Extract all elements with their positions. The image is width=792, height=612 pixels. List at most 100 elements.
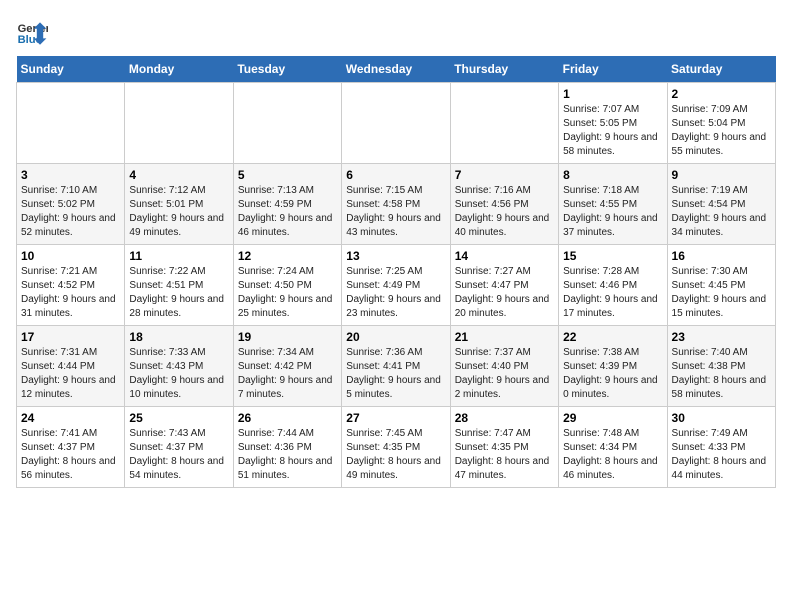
day-info: Sunrise: 7:25 AM Sunset: 4:49 PM Dayligh…: [346, 265, 445, 321]
calendar-table: SundayMondayTuesdayWednesdayThursdayFrid…: [16, 56, 776, 488]
day-info: Sunrise: 7:18 AM Sunset: 4:55 PM Dayligh…: [563, 184, 662, 240]
calendar-cell: 5Sunrise: 7:13 AM Sunset: 4:59 PM Daylig…: [233, 164, 341, 245]
day-number: 19: [238, 330, 337, 344]
week-row-2: 10 Sunrise: 7:21 AM Sunset: 4:52 PM Dayli…: [17, 245, 776, 326]
calendar-cell: 29 Sunrise: 7:48 AM Sunset: 4:34 PM Dayli…: [559, 407, 667, 488]
day-number: 15: [563, 249, 662, 263]
day-number: 7: [455, 168, 554, 182]
calendar-cell: [450, 83, 558, 164]
day-info: Sunrise: 7:31 AM Sunset: 4:44 PM Dayligh…: [21, 346, 120, 402]
day-number: 22: [563, 330, 662, 344]
day-number: 24: [21, 411, 120, 425]
day-info: Sunrise: 7:12 AM Sunset: 5:01 PM Dayligh…: [129, 184, 228, 240]
day-info: Sunrise: 7:21 AM Sunset: 4:52 PM Dayligh…: [21, 265, 120, 321]
calendar-cell: 15 Sunrise: 7:28 AM Sunset: 4:46 PM Dayli…: [559, 245, 667, 326]
calendar-cell: 24 Sunrise: 7:41 AM Sunset: 4:37 PM Dayli…: [17, 407, 125, 488]
day-info: Sunrise: 7:48 AM Sunset: 4:34 PM Dayligh…: [563, 427, 662, 483]
calendar-cell: 26 Sunrise: 7:44 AM Sunset: 4:36 PM Dayli…: [233, 407, 341, 488]
logo: General Blue: [16, 16, 52, 48]
day-info: Sunrise: 7:16 AM Sunset: 4:56 PM Dayligh…: [455, 184, 554, 240]
day-number: 23: [672, 330, 771, 344]
calendar-cell: 17 Sunrise: 7:31 AM Sunset: 4:44 PM Dayli…: [17, 326, 125, 407]
weekday-friday: Friday: [559, 56, 667, 83]
page-header: General Blue: [16, 16, 776, 48]
calendar-cell: 1 Sunrise: 7:07 AM Sunset: 5:05 PM Daylig…: [559, 83, 667, 164]
logo-icon: General Blue: [16, 16, 48, 48]
day-info: Sunrise: 7:13 AM Sunset: 4:59 PM Dayligh…: [238, 184, 337, 240]
day-info: Sunrise: 7:22 AM Sunset: 4:51 PM Dayligh…: [129, 265, 228, 321]
calendar-cell: 2 Sunrise: 7:09 AM Sunset: 5:04 PM Daylig…: [667, 83, 775, 164]
day-number: 18: [129, 330, 228, 344]
weekday-wednesday: Wednesday: [342, 56, 450, 83]
day-number: 30: [672, 411, 771, 425]
day-info: Sunrise: 7:19 AM Sunset: 4:54 PM Dayligh…: [672, 184, 771, 240]
calendar-cell: 22Sunrise: 7:38 AM Sunset: 4:39 PM Dayli…: [559, 326, 667, 407]
day-info: Sunrise: 7:41 AM Sunset: 4:37 PM Dayligh…: [21, 427, 120, 483]
day-info: Sunrise: 7:24 AM Sunset: 4:50 PM Dayligh…: [238, 265, 337, 321]
day-number: 29: [563, 411, 662, 425]
week-row-4: 24 Sunrise: 7:41 AM Sunset: 4:37 PM Dayli…: [17, 407, 776, 488]
calendar-cell: [342, 83, 450, 164]
calendar-cell: 19 Sunrise: 7:34 AM Sunset: 4:42 PM Dayli…: [233, 326, 341, 407]
day-number: 12: [238, 249, 337, 263]
calendar-cell: 18 Sunrise: 7:33 AM Sunset: 4:43 PM Dayli…: [125, 326, 233, 407]
calendar-cell: 3Sunrise: 7:10 AM Sunset: 5:02 PM Daylig…: [17, 164, 125, 245]
calendar-cell: 9 Sunrise: 7:19 AM Sunset: 4:54 PM Daylig…: [667, 164, 775, 245]
day-number: 20: [346, 330, 445, 344]
day-number: 16: [672, 249, 771, 263]
day-number: 17: [21, 330, 120, 344]
day-number: 25: [129, 411, 228, 425]
day-number: 27: [346, 411, 445, 425]
calendar-cell: 12 Sunrise: 7:24 AM Sunset: 4:50 PM Dayli…: [233, 245, 341, 326]
weekday-header-row: SundayMondayTuesdayWednesdayThursdayFrid…: [17, 56, 776, 83]
week-row-3: 17 Sunrise: 7:31 AM Sunset: 4:44 PM Dayli…: [17, 326, 776, 407]
weekday-monday: Monday: [125, 56, 233, 83]
calendar-cell: 7 Sunrise: 7:16 AM Sunset: 4:56 PM Daylig…: [450, 164, 558, 245]
day-info: Sunrise: 7:49 AM Sunset: 4:33 PM Dayligh…: [672, 427, 771, 483]
weekday-tuesday: Tuesday: [233, 56, 341, 83]
day-info: Sunrise: 7:45 AM Sunset: 4:35 PM Dayligh…: [346, 427, 445, 483]
calendar-cell: 30 Sunrise: 7:49 AM Sunset: 4:33 PM Dayli…: [667, 407, 775, 488]
day-number: 4: [129, 168, 228, 182]
day-number: 10: [21, 249, 120, 263]
weekday-thursday: Thursday: [450, 56, 558, 83]
calendar-cell: 11Sunrise: 7:22 AM Sunset: 4:51 PM Dayli…: [125, 245, 233, 326]
calendar-cell: 27 Sunrise: 7:45 AM Sunset: 4:35 PM Dayli…: [342, 407, 450, 488]
day-info: Sunrise: 7:37 AM Sunset: 4:40 PM Dayligh…: [455, 346, 554, 402]
day-number: 28: [455, 411, 554, 425]
svg-text:General: General: [18, 23, 48, 35]
weekday-saturday: Saturday: [667, 56, 775, 83]
calendar-cell: 4 Sunrise: 7:12 AM Sunset: 5:01 PM Daylig…: [125, 164, 233, 245]
day-number: 13: [346, 249, 445, 263]
calendar-cell: [233, 83, 341, 164]
calendar-cell: 21 Sunrise: 7:37 AM Sunset: 4:40 PM Dayli…: [450, 326, 558, 407]
day-number: 2: [672, 87, 771, 101]
weekday-sunday: Sunday: [17, 56, 125, 83]
calendar-cell: 8 Sunrise: 7:18 AM Sunset: 4:55 PM Daylig…: [559, 164, 667, 245]
calendar-cell: 14Sunrise: 7:27 AM Sunset: 4:47 PM Dayli…: [450, 245, 558, 326]
day-number: 1: [563, 87, 662, 101]
calendar-cell: 25 Sunrise: 7:43 AM Sunset: 4:37 PM Dayli…: [125, 407, 233, 488]
day-info: Sunrise: 7:34 AM Sunset: 4:42 PM Dayligh…: [238, 346, 337, 402]
day-info: Sunrise: 7:28 AM Sunset: 4:46 PM Dayligh…: [563, 265, 662, 321]
day-number: 9: [672, 168, 771, 182]
day-info: Sunrise: 7:33 AM Sunset: 4:43 PM Dayligh…: [129, 346, 228, 402]
day-info: Sunrise: 7:09 AM Sunset: 5:04 PM Dayligh…: [672, 103, 771, 159]
calendar-cell: 16 Sunrise: 7:30 AM Sunset: 4:45 PM Dayli…: [667, 245, 775, 326]
day-info: Sunrise: 7:40 AM Sunset: 4:38 PM Dayligh…: [672, 346, 771, 402]
day-info: Sunrise: 7:43 AM Sunset: 4:37 PM Dayligh…: [129, 427, 228, 483]
day-info: Sunrise: 7:36 AM Sunset: 4:41 PM Dayligh…: [346, 346, 445, 402]
day-number: 8: [563, 168, 662, 182]
day-number: 6: [346, 168, 445, 182]
day-number: 3: [21, 168, 120, 182]
week-row-0: 1 Sunrise: 7:07 AM Sunset: 5:05 PM Daylig…: [17, 83, 776, 164]
day-number: 26: [238, 411, 337, 425]
day-info: Sunrise: 7:27 AM Sunset: 4:47 PM Dayligh…: [455, 265, 554, 321]
day-info: Sunrise: 7:30 AM Sunset: 4:45 PM Dayligh…: [672, 265, 771, 321]
calendar-cell: 20 Sunrise: 7:36 AM Sunset: 4:41 PM Dayli…: [342, 326, 450, 407]
calendar-cell: 10 Sunrise: 7:21 AM Sunset: 4:52 PM Dayli…: [17, 245, 125, 326]
day-info: Sunrise: 7:44 AM Sunset: 4:36 PM Dayligh…: [238, 427, 337, 483]
calendar-cell: 28Sunrise: 7:47 AM Sunset: 4:35 PM Dayli…: [450, 407, 558, 488]
day-info: Sunrise: 7:07 AM Sunset: 5:05 PM Dayligh…: [563, 103, 662, 159]
day-number: 21: [455, 330, 554, 344]
